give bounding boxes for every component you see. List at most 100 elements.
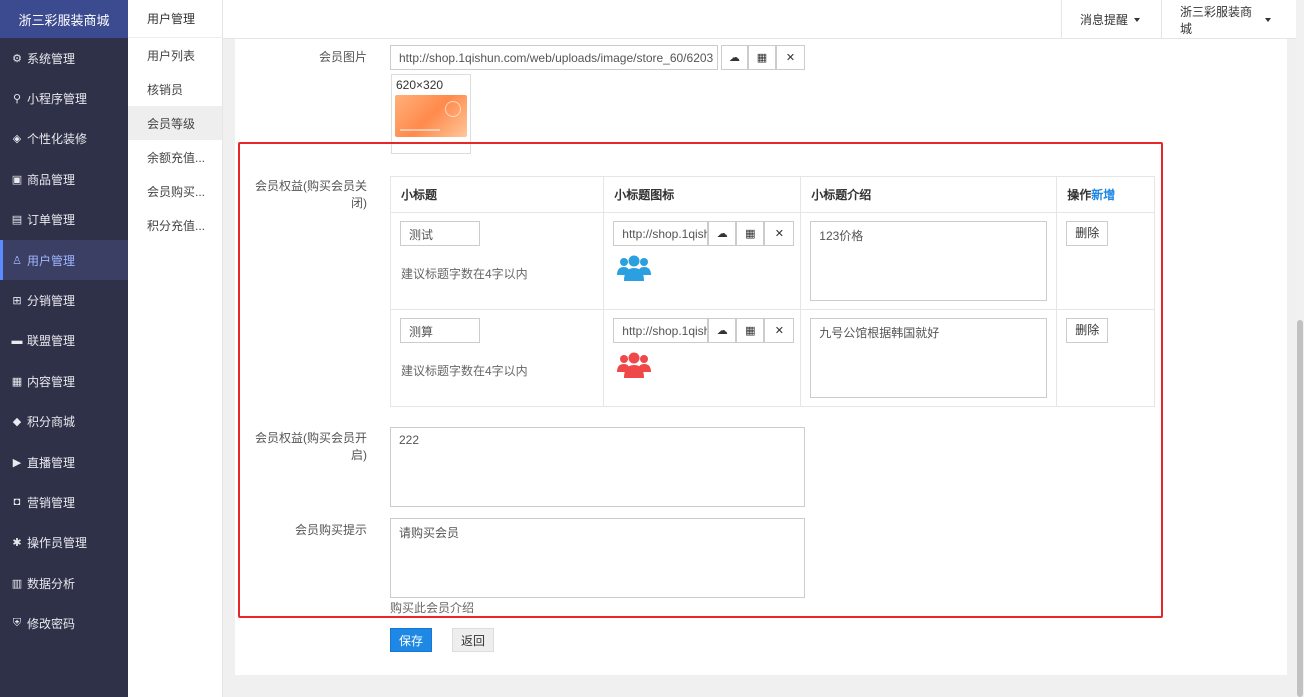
cog-icon: ✱ — [12, 537, 22, 550]
diamond-icon: ◈ — [12, 133, 22, 146]
sidebar-item[interactable]: ⊞ 分销管理 — [0, 280, 128, 320]
benefits-closed-label: 会员权益(购买会员关闭) — [255, 179, 367, 210]
sidebar-item-label: 商品管理 — [27, 172, 76, 187]
subnav-item[interactable]: 余额充值... — [128, 140, 222, 174]
table-row: 测试建议标题字数在4字以内 http://shop.1qishun.com/web… — [389, 212, 1155, 310]
save-button[interactable]: 保存 — [390, 628, 432, 652]
gallery-button[interactable]: ▦ — [748, 45, 776, 70]
sidebar-item-label: 订单管理 — [27, 213, 76, 228]
caret-down-icon — [1265, 17, 1271, 22]
icon-cell: http://shop.1qishun.com/web/uploads/imag… — [603, 212, 802, 310]
sitemap-icon: ⊞ — [12, 295, 22, 308]
member-card-thumbnail — [395, 95, 467, 137]
chart-icon: ▥ — [11, 577, 23, 590]
sidebar-item-label: 营销管理 — [27, 495, 76, 510]
upload-button[interactable]: ☁ — [721, 45, 748, 70]
purchase-tip-label: 会员购买提示 — [294, 523, 367, 537]
sidebar-item[interactable]: ▦ 内容管理 — [0, 361, 128, 401]
gallery-button[interactable]: ▦ — [736, 318, 765, 343]
col-title: 小标题 — [389, 176, 605, 213]
cloud-upload-icon: ☁ — [716, 228, 728, 240]
subnav-item[interactable]: 核销员 — [128, 72, 222, 106]
clear-image-button[interactable]: ✕ — [776, 45, 805, 70]
subnav-title: 用户管理 — [128, 0, 222, 38]
subnav-item[interactable]: 会员购买... — [128, 174, 222, 208]
intro-textarea[interactable]: 九号公馆根据韩国就好 — [810, 318, 1048, 398]
member-image-label: 会员图片 — [318, 50, 367, 64]
sidebar-item-label: 分销管理 — [27, 294, 76, 309]
sidebar-item[interactable]: ⚙ 系统管理 — [0, 38, 128, 78]
user-icon: ♙ — [12, 254, 22, 267]
upload-button[interactable]: ☁ — [708, 221, 737, 246]
sidebar-item[interactable]: ⚲ 小程序管理 — [0, 78, 128, 118]
col-intro: 小标题介绍 — [800, 176, 1058, 213]
messages-dropdown[interactable]: 消息提醒 — [1061, 0, 1161, 39]
store-dropdown[interactable]: 浙三彩服装商城 — [1161, 0, 1289, 39]
cloud-upload-icon: ☁ — [716, 325, 728, 337]
sidebar-item[interactable]: ▶ 直播管理 — [0, 442, 128, 482]
subnav-item[interactable]: 会员等级 — [128, 106, 222, 140]
intro-textarea[interactable]: 123价格 — [810, 221, 1048, 301]
delete-button[interactable]: 删除 — [1066, 318, 1109, 343]
title-input[interactable]: 测试 — [400, 221, 480, 246]
sidebar-item[interactable]: ▤ 订单管理 — [0, 200, 128, 240]
sidebar-item[interactable]: ▣ 商品管理 — [0, 159, 128, 199]
table-row: 测算建议标题字数在4字以内 http://shop.1qishun.com/web… — [389, 309, 1155, 407]
gallery-button[interactable]: ▦ — [736, 221, 765, 246]
clear-icon-button[interactable]: ✕ — [764, 221, 795, 246]
intro-cell: 123价格 — [800, 212, 1058, 310]
action-cell: 删除 — [1056, 212, 1155, 310]
icon-url-input[interactable]: http://shop.1qishun.com/web/uploads/imag… — [613, 318, 709, 343]
icon-url-text: http://shop.1qishun.com/web/uploads/imag… — [622, 226, 707, 241]
sidebar-item[interactable]: ♙ 用户管理 — [0, 239, 128, 281]
benefits-open-textarea[interactable]: 222 — [390, 427, 805, 507]
users-icon — [617, 352, 652, 378]
close-icon: ✕ — [774, 228, 784, 240]
sidebar-item[interactable]: ✱ 操作员管理 — [0, 523, 128, 563]
form-panel: 会员图片 http://shop.1qishun.com/web/uploads… — [235, 39, 1287, 675]
bag-icon: ▣ — [11, 173, 23, 186]
icon-url-input[interactable]: http://shop.1qishun.com/web/uploads/imag… — [613, 221, 709, 246]
cloud-upload-icon: ☁ — [729, 52, 740, 64]
sidebar-item-label: 修改密码 — [27, 617, 76, 632]
sidebar-item[interactable]: ▥ 数据分析 — [0, 563, 128, 603]
content-icon: ▦ — [11, 375, 23, 388]
cube-icon: ◆ — [12, 416, 22, 429]
shield-icon: ⛨ — [12, 617, 22, 630]
col-action: 操作新增 — [1056, 176, 1155, 213]
order-icon: ▤ — [11, 214, 23, 227]
play-icon: ▶ — [12, 456, 22, 469]
action-label: 操作 — [1067, 188, 1092, 202]
sidebar-item[interactable]: ⛨ 修改密码 — [0, 603, 128, 643]
sidebar-item-label: 联盟管理 — [27, 334, 76, 349]
users-icon — [617, 255, 652, 281]
member-image-url-input[interactable]: http://shop.1qishun.com/web/uploads/imag… — [390, 45, 718, 70]
add-row-link[interactable]: 新增 — [1091, 188, 1115, 202]
marketing-icon: ◘ — [13, 496, 21, 509]
sidebar-item-label: 积分商城 — [27, 415, 76, 430]
sub-sidebar: 用户管理 用户列表 核销员 会员等级 余额充值... 会员购买... 积分充值... — [128, 0, 223, 697]
upload-button[interactable]: ☁ — [708, 318, 737, 343]
back-button[interactable]: 返回 — [452, 628, 494, 652]
store-icon: ▬ — [11, 334, 23, 347]
title-input[interactable]: 测算 — [400, 318, 480, 343]
sidebar-item[interactable]: ◈ 个性化装修 — [0, 119, 128, 159]
store-label: 浙三彩服装商城 — [1180, 4, 1253, 36]
subnav-item[interactable]: 积分充值... — [128, 208, 222, 242]
purchase-tip-textarea[interactable]: 请购买会员 — [390, 518, 805, 598]
image-size-hint: 620×320 — [396, 78, 444, 92]
sidebar-item[interactable]: ▬ 联盟管理 — [0, 321, 128, 361]
close-icon: ✕ — [774, 325, 784, 337]
sidebar-item[interactable]: ◘ 营销管理 — [0, 482, 128, 522]
topbar: 消息提醒 浙三彩服装商城 — [223, 0, 1304, 39]
subnav-item[interactable]: 用户列表 — [128, 38, 222, 72]
scrollbar-thumb[interactable] — [1297, 320, 1303, 697]
sidebar-item-label: 操作员管理 — [27, 536, 88, 551]
title-hint: 建议标题字数在4字以内 — [401, 364, 528, 378]
action-cell: 删除 — [1056, 309, 1155, 407]
link-icon: ⚲ — [12, 93, 22, 106]
delete-button[interactable]: 删除 — [1066, 221, 1109, 246]
clear-icon-button[interactable]: ✕ — [764, 318, 795, 343]
close-icon: ✕ — [785, 52, 796, 64]
sidebar-item[interactable]: ◆ 积分商城 — [0, 402, 128, 442]
